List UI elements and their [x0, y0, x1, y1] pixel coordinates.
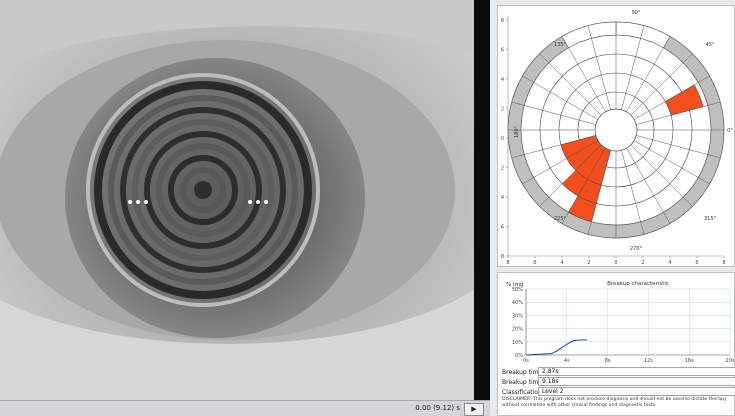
- classification-row: Classification: Level 2: [502, 387, 735, 397]
- breakup-time-avg-row: Breakup time m: 9.18s: [502, 377, 735, 387]
- x-tick-label: 20s: [726, 358, 734, 364]
- angle-label-270: 270°: [630, 246, 643, 252]
- breakup-curve: [525, 339, 588, 356]
- y-tick-label: 50%: [512, 287, 523, 293]
- x-tick-label: 2: [587, 260, 590, 266]
- placido-rings: [86, 73, 320, 307]
- y-tick-label: 30%: [512, 313, 523, 319]
- chart-x-ticks: 0s 4s 8s 12s 16s 20s: [523, 358, 734, 364]
- y-tick-label: 4: [501, 77, 504, 83]
- angle-label-135: 135°: [554, 42, 567, 48]
- x-tick-label: 16s: [685, 358, 694, 364]
- polar-y-ticks: 8 6 4 2 0 2 4 6 8: [501, 18, 508, 260]
- video-divider: [474, 0, 490, 400]
- eye-camera-view: [0, 0, 474, 400]
- y-tick-label: 40%: [512, 300, 523, 306]
- y-tick-label: 20%: [512, 327, 523, 333]
- x-tick-label: 2: [641, 260, 644, 266]
- playback-time: 0.00 (9.12) s: [415, 404, 460, 412]
- breakup-time-first-row: Breakup time 1: 2.87s: [502, 367, 735, 377]
- x-tick-label: 0: [614, 260, 617, 266]
- playback-status-bar: 0.00 (9.12) s ▶: [0, 400, 490, 416]
- y-tick-label: 2: [501, 166, 504, 172]
- y-tick-label: 4: [501, 195, 504, 201]
- polar-x-ticks: 8 6 4 2 0 2 4 6 8: [506, 256, 726, 266]
- angle-label-180: 180°: [514, 125, 520, 138]
- chart-y-ticks: 50% 40% 30% 20% 10% 0%: [512, 287, 523, 359]
- x-tick-label: 6: [533, 260, 536, 266]
- breakup-chart: Breakup characteristic % Img 50%40%30%20…: [506, 281, 734, 364]
- x-tick-label: 6: [695, 260, 698, 266]
- angle-label-225: 225°: [554, 216, 567, 222]
- x-tick-label: 8: [506, 260, 509, 266]
- angle-label-90: 90°: [632, 10, 641, 16]
- angle-label-315: 315°: [704, 216, 717, 222]
- classification-field[interactable]: Level 2: [538, 387, 735, 396]
- breakup-time-first-field[interactable]: 2.87s: [538, 367, 735, 376]
- y-tick-label: 6: [501, 48, 504, 54]
- polar-center: [594, 108, 638, 152]
- x-tick-label: 8s: [605, 358, 611, 364]
- polar-map: 8 6 4 2 0 2 4 6 8 8 6 4 2 0 2 4 6 8 90° 270° 180° 0° 45°…: [501, 10, 734, 266]
- x-tick-label: 12s: [644, 358, 653, 364]
- y-tick-label: 8: [501, 254, 504, 260]
- breakup-time-avg-field[interactable]: 9.18s: [538, 377, 735, 386]
- x-tick-label: 8: [722, 260, 725, 266]
- y-tick-label: 6: [501, 225, 504, 231]
- chart-title: Breakup characteristic: [607, 281, 669, 287]
- x-tick-label: 4: [560, 260, 563, 266]
- breakup-characteristic-panel: Breakup characteristic % Img 50% 40% 30% 20…: [497, 272, 735, 416]
- disclaimer-text: DISCLAIMER: This program does not produc…: [502, 397, 727, 408]
- y-tick-label: 0: [501, 136, 504, 142]
- x-tick-label: 4: [668, 260, 671, 266]
- play-button[interactable]: ▶: [464, 403, 484, 416]
- angle-label-45: 45°: [706, 42, 715, 48]
- y-tick-label: 10%: [512, 340, 523, 346]
- eye-image: [0, 0, 474, 400]
- y-tick-label: 0%: [515, 353, 523, 359]
- y-tick-label: 8: [501, 18, 504, 24]
- angle-label-0: 0°: [727, 128, 733, 134]
- x-tick-label: 0s: [523, 358, 529, 364]
- polar-sector-lines: [508, 22, 724, 238]
- breakup-polar-map-panel: 8 6 4 2 0 2 4 6 8 8 6 4 2 0 2 4 6 8 90° 270° 180° 0° 45°…: [497, 5, 735, 267]
- x-tick-label: 4s: [564, 358, 570, 364]
- y-tick-label: 2: [501, 107, 504, 113]
- chart-gridlines: [525, 288, 731, 356]
